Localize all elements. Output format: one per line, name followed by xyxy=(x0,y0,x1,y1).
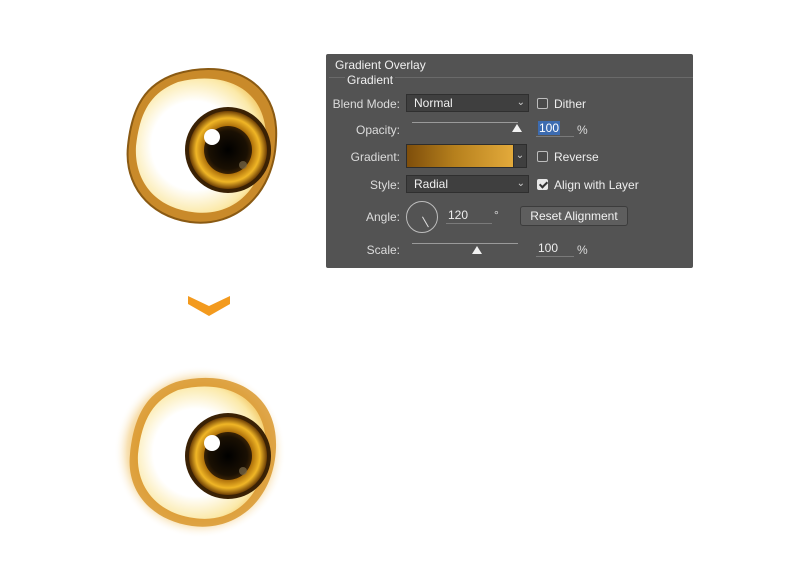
opacity-value: 100 xyxy=(538,121,561,135)
angle-unit: ° xyxy=(494,208,499,222)
angle-value: 120 xyxy=(448,208,469,222)
opacity-input[interactable]: 100 xyxy=(536,121,574,137)
reset-alignment-button[interactable]: Reset Alignment xyxy=(520,206,628,226)
chevron-down-icon xyxy=(188,296,230,316)
scale-label: Scale: xyxy=(366,243,400,257)
gradient-dropdown[interactable]: ⌄ xyxy=(513,144,527,168)
gradient-preview[interactable] xyxy=(406,144,514,168)
reverse-checkbox[interactable] xyxy=(537,151,548,162)
gradient-overlay-panel: Gradient Overlay Gradient Blend Mode: No… xyxy=(326,54,693,268)
angle-input[interactable]: 120 xyxy=(446,208,492,224)
angle-label: Angle: xyxy=(365,210,400,224)
style-value: Radial xyxy=(414,177,449,191)
style-label: Style: xyxy=(369,178,400,192)
style-select[interactable]: Radial ⌄ xyxy=(406,175,529,193)
reverse-label: Reverse xyxy=(554,150,599,164)
dither-checkbox[interactable] xyxy=(537,98,548,109)
gradient-label: Gradient: xyxy=(350,150,400,164)
scale-unit: % xyxy=(577,243,588,257)
opacity-slider-thumb[interactable] xyxy=(512,124,522,132)
chevron-down-icon: ⌄ xyxy=(516,97,525,108)
blend-mode-label: Blend Mode: xyxy=(332,97,400,111)
angle-dial-icon[interactable] xyxy=(406,201,438,233)
opacity-label: Opacity: xyxy=(355,123,400,137)
eye-illustration-before xyxy=(126,67,278,224)
scale-input[interactable]: 100 xyxy=(536,241,574,257)
section-title: Gradient xyxy=(345,73,396,87)
scale-slider-track[interactable] xyxy=(412,243,518,244)
opacity-unit: % xyxy=(577,123,588,137)
blend-mode-select[interactable]: Normal ⌄ xyxy=(406,94,529,112)
dither-label: Dither xyxy=(554,97,587,111)
scale-slider-thumb[interactable] xyxy=(472,246,482,254)
scale-value: 100 xyxy=(538,241,559,255)
align-with-layer-label: Align with Layer xyxy=(554,178,639,192)
opacity-slider-track[interactable] xyxy=(412,122,518,123)
eye-illustration-after xyxy=(114,366,286,538)
panel-title: Gradient Overlay xyxy=(335,58,426,72)
blend-mode-value: Normal xyxy=(414,96,453,110)
chevron-down-icon: ⌄ xyxy=(516,178,525,189)
align-with-layer-checkbox[interactable] xyxy=(537,179,548,190)
